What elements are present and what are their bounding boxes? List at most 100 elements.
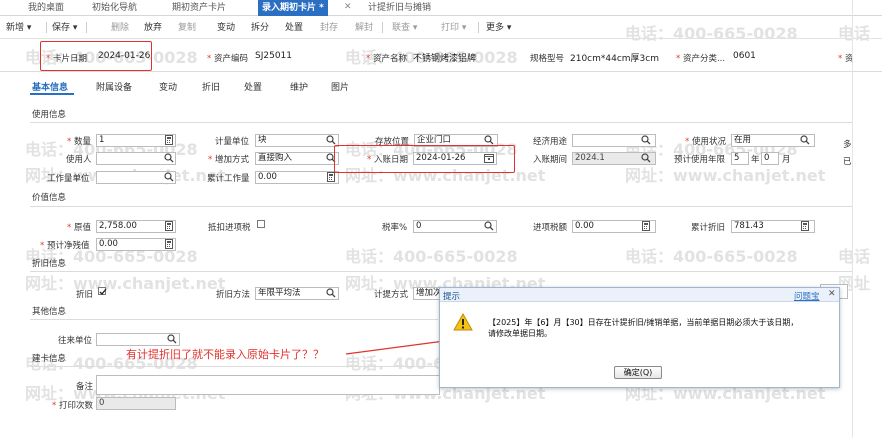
search-icon[interactable]	[641, 135, 651, 145]
asset-code-value[interactable]: SJ25011	[255, 51, 292, 61]
search-icon[interactable]	[800, 135, 810, 145]
calc-method-label: 计提方式	[374, 290, 409, 300]
dialog-message-line2: 请修改单据日期。	[488, 329, 552, 338]
month-unit-label: 月	[782, 155, 791, 165]
search-icon[interactable]	[484, 135, 494, 145]
user-label: 使用人	[66, 155, 92, 165]
status-label-text: 使用状况	[691, 137, 726, 147]
help-link[interactable]: 问题宝	[794, 290, 820, 302]
separator	[478, 22, 479, 33]
tax-rate-label: 税率%	[382, 223, 408, 233]
life-months-input[interactable]: 0	[761, 152, 779, 165]
divider	[30, 122, 852, 123]
deduct-tax-checkbox[interactable]	[257, 220, 265, 228]
separator	[86, 22, 87, 33]
toolbar: 新增 ▾ 保存 ▾ 删除 放弃 复制 变动 拆分 处置 封存 解封 联查 ▾ 打…	[0, 17, 882, 39]
new-button[interactable]: 新增 ▾	[6, 21, 31, 35]
print-count-input: 0	[96, 397, 176, 410]
alert-dialog: 提示 问题宝 ✕ 【2025】年【6】月【30】日存在计提折旧/摊销单据，当前单…	[439, 287, 840, 388]
tab-enter-initial-card[interactable]: 录入期初卡片 *	[258, 0, 328, 16]
deduct-tax-label: 抵扣进项税	[208, 223, 251, 233]
seal-button[interactable]: 封存	[320, 21, 338, 35]
qty-label-text: 数量	[73, 137, 91, 147]
close-tab-icon[interactable]: ✕	[344, 2, 352, 12]
new-label: 新增	[6, 23, 25, 33]
warning-icon	[453, 313, 473, 331]
search-icon[interactable]	[164, 172, 174, 182]
tab-initial-asset-cards[interactable]: 期初资产卡片	[172, 0, 226, 16]
dispose-button[interactable]: 处置	[285, 21, 303, 35]
divider	[30, 366, 438, 367]
salvage-label-text: 预计净残值	[46, 241, 90, 251]
tab-bar: 我的桌面 初始化导航 期初资产卡片 录入期初卡片 * ✕ 计提折旧与摊销	[0, 0, 882, 16]
asset-name-value[interactable]: 不锈钢烤漆铝牌	[413, 51, 476, 64]
entry-period-label: 入账期间	[533, 155, 568, 165]
category-value[interactable]: 0601	[733, 51, 756, 61]
accum-dep-label: 累计折旧	[691, 223, 726, 233]
section-value-title: 价值信息	[32, 193, 67, 203]
status-label: * 使用状况	[685, 137, 726, 147]
change-button[interactable]: 变动	[217, 21, 235, 35]
calculator-icon[interactable]	[164, 239, 174, 249]
calculator-icon[interactable]	[164, 135, 174, 145]
split-button[interactable]: 拆分	[251, 21, 269, 35]
tab-desktop[interactable]: 我的桌面	[28, 0, 64, 16]
divider	[30, 319, 438, 320]
calculator-icon[interactable]	[800, 221, 810, 231]
subtab-underline	[30, 93, 74, 95]
tab-init-guide[interactable]: 初始化导航	[92, 0, 137, 16]
subtab-disposal[interactable]: 处置	[244, 80, 262, 93]
calculator-icon[interactable]	[326, 172, 336, 182]
subtab-depreciation[interactable]: 折旧	[202, 80, 220, 93]
print-count-label: * 打印次数	[52, 401, 93, 411]
spec-value[interactable]: 210cm*44cm厚3cm	[570, 51, 659, 64]
subtab-basic-info[interactable]: 基本信息	[32, 80, 68, 93]
search-icon[interactable]	[167, 334, 177, 344]
add-method-label-text: 增加方式	[214, 155, 249, 165]
abandon-button[interactable]: 放弃	[144, 21, 162, 35]
note-input[interactable]	[96, 375, 440, 395]
search-icon[interactable]	[484, 221, 494, 231]
tab-depreciation[interactable]: 计提折旧与摊销	[368, 0, 431, 16]
delete-button[interactable]: 删除	[111, 21, 129, 35]
more-button[interactable]: 更多 ▾	[486, 21, 511, 35]
qty-label: * 数量	[67, 137, 91, 147]
subtab-attached-equipment[interactable]: 附属设备	[96, 80, 132, 93]
annotation-box-entry-date	[334, 145, 515, 173]
asset-name-label-text: 资产名称	[372, 54, 407, 64]
page-edge	[852, 0, 853, 438]
search-icon[interactable]	[641, 153, 651, 163]
chevron-down-icon: ▾	[412, 23, 418, 33]
life-years-input[interactable]: 5	[731, 152, 749, 165]
spec-label: 规格型号	[530, 54, 565, 64]
ok-button[interactable]: 确定(Q)	[614, 366, 662, 379]
dep-label: 折旧	[76, 290, 94, 300]
save-label: 保存	[52, 23, 71, 33]
close-icon[interactable]: ✕	[828, 289, 836, 299]
more-label: 更多	[486, 23, 505, 33]
orig-value-label: * 原值	[67, 223, 91, 233]
copy-button[interactable]: 复制	[178, 21, 196, 35]
search-icon[interactable]	[164, 153, 174, 163]
watermark-phone: 电话：400-665-0028	[625, 247, 798, 266]
calculator-icon[interactable]	[641, 221, 651, 231]
subtab-pictures[interactable]: 图片	[331, 80, 349, 93]
calculator-icon[interactable]	[164, 221, 174, 231]
print-count-label-text: 打印次数	[58, 401, 93, 411]
subtab-maintenance[interactable]: 维护	[290, 80, 308, 93]
section-depreciation-title: 折旧信息	[32, 259, 67, 269]
search-icon[interactable]	[326, 135, 336, 145]
check-icon	[99, 288, 107, 295]
dep-checkbox[interactable]	[98, 287, 107, 295]
save-button[interactable]: 保存 ▾	[52, 21, 77, 35]
link-button[interactable]: 联查 ▾	[392, 21, 417, 35]
print-button[interactable]: 打印 ▾	[441, 21, 466, 35]
divider	[0, 71, 882, 72]
print-label: 打印	[441, 23, 460, 33]
search-icon[interactable]	[326, 288, 336, 298]
separator	[382, 22, 383, 33]
unseal-button[interactable]: 解封	[355, 21, 373, 35]
dialog-title: 提示	[443, 292, 461, 302]
total-workload-label: 累计工作量	[207, 174, 250, 184]
subtab-change[interactable]: 变动	[159, 80, 177, 93]
